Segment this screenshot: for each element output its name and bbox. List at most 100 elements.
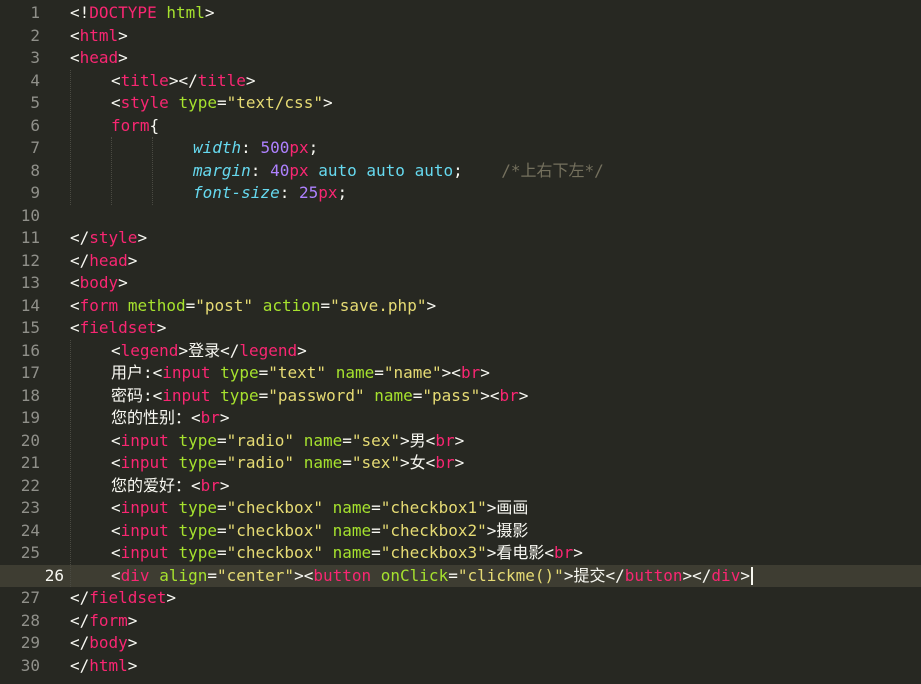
code-line[interactable]: font-size: 25px; [64, 182, 921, 205]
code-token: >看电影< [486, 543, 555, 562]
code-line[interactable]: 密码:<input type="password" name="pass"><b… [64, 385, 921, 408]
code-token: font-size [193, 183, 280, 202]
code-line[interactable]: <body> [64, 272, 921, 295]
code-line[interactable]: </form> [64, 610, 921, 633]
code-line[interactable]: form{ [64, 115, 921, 138]
code-token: type [178, 453, 217, 472]
code-token: = [371, 543, 381, 562]
code-token: : [279, 183, 299, 202]
code-token: input [120, 430, 169, 450]
code-token: px [318, 183, 338, 202]
line-number: 30 [20, 655, 40, 675]
code-token: "name" [383, 363, 442, 382]
code-line[interactable]: </head> [64, 250, 921, 273]
code-line[interactable]: <fieldset> [64, 317, 921, 340]
code-line[interactable]: <form method="post" action="save.php"> [64, 295, 921, 318]
code-token: type [178, 93, 217, 112]
code-line[interactable]: </body> [64, 632, 921, 655]
indent-guide [152, 137, 153, 205]
code-token: : [250, 160, 271, 180]
code-token: onClick [380, 565, 449, 585]
code-token: = [448, 565, 458, 585]
code-line[interactable]: <input type="radio" name="sex">男<br> [64, 430, 921, 453]
line-number: 14 [20, 295, 40, 315]
code-token: input [162, 385, 211, 405]
line-number: 17 [20, 363, 40, 382]
code-line[interactable]: <input type="checkbox" name="checkbox3">… [64, 542, 921, 565]
line-number: 18 [20, 385, 40, 405]
code-token: > [127, 633, 138, 652]
code-line[interactable]: <title></title> [64, 70, 921, 93]
code-line[interactable]: <input type="radio" name="sex">女<br> [64, 452, 921, 475]
code-token: = [371, 520, 381, 540]
code-line[interactable]: </style> [64, 227, 921, 250]
line-number: 21 [20, 453, 40, 472]
code-editor[interactable]: 1 2 3 4 5 6 7 8 9 10 11 12 13 14 15 16 17 18 19 20 21 22 23 24 2… [0, 0, 921, 684]
code-token: input [120, 520, 169, 540]
line-number: 22 [20, 475, 40, 495]
code-token: = [412, 385, 423, 405]
code-token: < [70, 318, 80, 337]
code-token: name [332, 520, 372, 540]
line-number: 16 [20, 340, 40, 360]
code-line[interactable]: 用户:<input type="text" name="name"><br> [64, 362, 921, 385]
code-token: head [89, 250, 128, 270]
code-token: </ [70, 250, 90, 270]
code-line[interactable]: <input type="checkbox" name="checkbox2">… [64, 520, 921, 543]
code-token: body [89, 633, 128, 652]
code-line[interactable]: <head> [64, 47, 921, 70]
code-line[interactable]: <style type="text/css"> [64, 92, 921, 115]
code-token: input [120, 498, 169, 517]
code-token: "checkbox" [226, 543, 323, 562]
code-line[interactable]: <input type="checkbox" name="checkbox1">… [64, 497, 921, 520]
code-token: "center" [217, 565, 295, 585]
code-line[interactable]: </fieldset> [64, 587, 921, 610]
code-token: html [89, 655, 128, 675]
code-token: br [499, 385, 519, 405]
code-line[interactable]: <legend>登录</legend> [64, 340, 921, 363]
code-token: button [313, 565, 372, 585]
line-number: 29 [20, 633, 40, 652]
line-number: 3 [30, 48, 40, 67]
code-line[interactable] [64, 205, 921, 228]
code-line[interactable]: <html> [64, 25, 921, 48]
code-token: >男< [400, 430, 436, 450]
line-number: 5 [30, 93, 40, 112]
code-token: > [426, 295, 437, 315]
code-line[interactable]: 您的性别：<br> [64, 407, 921, 430]
line-number: 4 [30, 70, 40, 90]
code-token: = [258, 363, 269, 382]
code-line[interactable]: 您的爱好：<br> [64, 475, 921, 498]
line-number: 23 [20, 498, 40, 517]
line-number: 11 [20, 228, 40, 247]
code-token: 您的性别：< [111, 408, 201, 427]
code-line[interactable]: <div align="center"><button onClick="cli… [64, 564, 921, 587]
code-token: > [118, 273, 128, 292]
code-token: "pass" [422, 385, 481, 405]
code-line[interactable]: margin: 40px auto auto auto; /*上右下左*/ [64, 160, 921, 183]
code-token: > [137, 228, 148, 247]
code-line[interactable]: <!DOCTYPE html> [64, 2, 921, 25]
code-token: type [178, 498, 217, 517]
code-area[interactable]: <!DOCTYPE html> <html> <head> <title></titl… [64, 0, 921, 684]
line-number: 13 [20, 273, 40, 292]
code-line[interactable]: width: 500px; [64, 137, 921, 160]
code-token: width [193, 138, 242, 157]
line-number-gutter: 1 2 3 4 5 6 7 8 9 10 11 12 13 14 15 16 17 18 19 20 21 22 23 24 2… [0, 0, 64, 684]
code-token: br [200, 408, 220, 427]
code-line[interactable]: </html> [64, 655, 921, 678]
code-token: name [374, 385, 413, 405]
code-token: > [204, 3, 215, 22]
code-token: > [518, 385, 529, 405]
code-token: "radio" [226, 430, 295, 450]
code-token: ; [337, 183, 348, 202]
code-token: method [127, 295, 186, 315]
code-token: 您的爱好：< [111, 475, 201, 495]
line-number: 19 [20, 408, 40, 427]
code-token: > [156, 318, 167, 337]
